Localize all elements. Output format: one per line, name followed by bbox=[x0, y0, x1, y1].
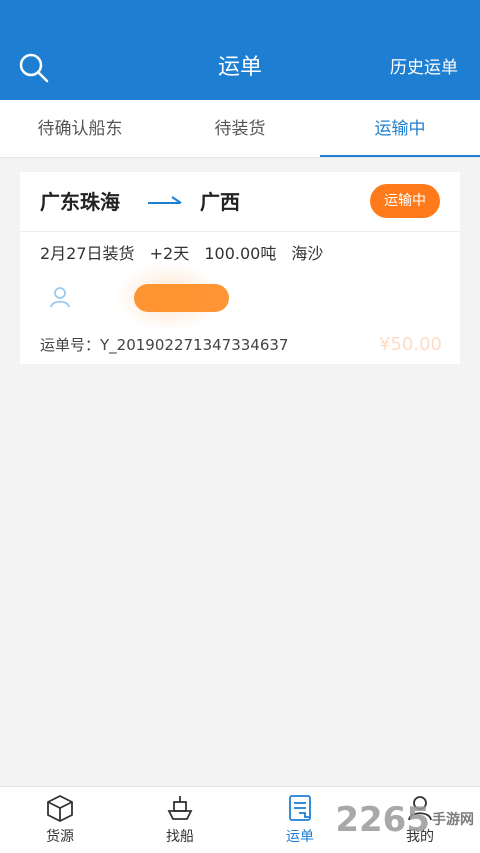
order-number: Y_20190227134733463​7 bbox=[100, 336, 289, 354]
tab-pending-confirmation[interactable]: 待确认船东 bbox=[0, 100, 160, 157]
waybill-card[interactable]: 广东珠海 广西 运输中 2月27日装货 +2天 100.00吨 海沙 运单号：Y… bbox=[20, 172, 460, 364]
watermark-sub: 手游网 bbox=[432, 812, 474, 828]
price: ¥50.00 bbox=[379, 334, 442, 355]
origin-label: 广东珠海 bbox=[40, 190, 120, 214]
header: 运单 历史运单 bbox=[0, 0, 480, 100]
box-icon bbox=[47, 794, 73, 823]
contact-row[interactable] bbox=[44, 262, 244, 332]
nav-label: 找船 bbox=[166, 829, 194, 845]
duration: +2天 bbox=[149, 244, 190, 263]
destination-label: 广西 bbox=[200, 190, 240, 214]
watermark-logo: 2265 手游网 bbox=[335, 800, 474, 840]
load-date: 2月27日装货 bbox=[40, 244, 135, 263]
route-row: 广东珠海 广西 运输中 bbox=[20, 172, 460, 232]
nav-item-find-ship[interactable]: 找船 bbox=[120, 787, 240, 853]
route-arrow-icon bbox=[148, 196, 182, 204]
redaction-mark bbox=[134, 284, 229, 312]
tab-pending-loading[interactable]: 待装货 bbox=[160, 100, 320, 157]
nav-label: 货源 bbox=[46, 829, 74, 845]
cargo-type: 海沙 bbox=[291, 244, 324, 263]
watermark-text: 2265 bbox=[335, 800, 430, 840]
user-icon bbox=[50, 287, 70, 308]
app-root: 运单 历史运单 待确认船东 待装货 运输中 广东珠海 广西 运输中 2月27日装… bbox=[0, 0, 480, 853]
ship-icon bbox=[167, 796, 193, 820]
tab-in-transit[interactable]: 运输中 bbox=[320, 100, 480, 157]
order-label: 运单号： bbox=[40, 336, 101, 354]
nav-item-cargo[interactable]: 货源 bbox=[0, 787, 120, 853]
waybill-tabs: 待确认船东 待装货 运输中 bbox=[0, 100, 480, 158]
status-badge: 运输中 bbox=[370, 184, 440, 218]
weight: 100.00吨 bbox=[204, 244, 277, 263]
history-waybill-link[interactable]: 历史运单 bbox=[390, 54, 458, 82]
order-number-row: 运单号：Y_20190227134733463​7 bbox=[40, 334, 288, 356]
waybill-icon bbox=[289, 795, 311, 821]
